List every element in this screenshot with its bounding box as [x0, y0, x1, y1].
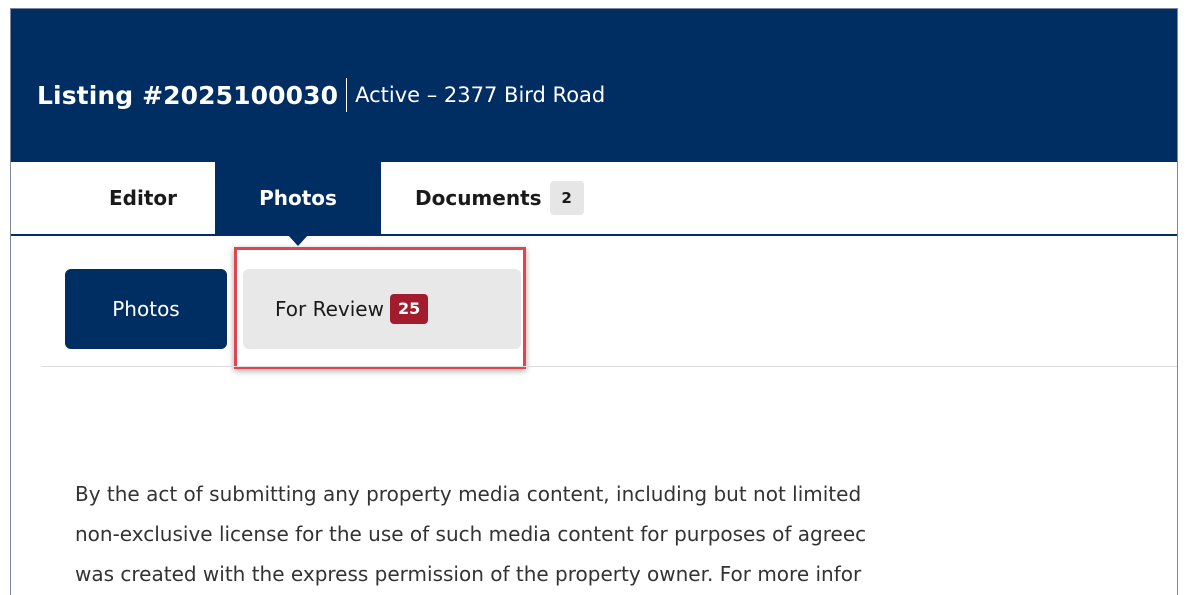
subtab-for-review-label: For Review	[275, 297, 384, 321]
listing-id: Listing #2025100030	[37, 80, 339, 110]
app-frame: Listing #2025100030 Active – 2377 Bird R…	[10, 8, 1178, 595]
subtab-photos-label: Photos	[112, 297, 180, 321]
main-tabbar: Editor Photos Documents 2	[11, 162, 1177, 236]
notice-line: By the act of submitting any property me…	[75, 482, 862, 506]
tab-documents[interactable]: Documents 2	[381, 162, 651, 234]
tab-photos-label: Photos	[259, 186, 337, 210]
subtab-for-review[interactable]: For Review 25	[243, 269, 521, 349]
content-divider	[41, 366, 1177, 367]
listing-title: Listing #2025100030 Active – 2377 Bird R…	[37, 75, 605, 115]
review-count-badge: 25	[389, 294, 429, 324]
subtab-photos[interactable]: Photos	[65, 269, 227, 349]
listing-status: Active – 2377 Bird Road	[355, 83, 606, 107]
active-tab-pointer-icon	[287, 234, 309, 246]
tab-editor-label: Editor	[109, 186, 177, 210]
tab-photos[interactable]: Photos	[215, 162, 381, 234]
tab-documents-label: Documents	[415, 186, 542, 210]
notice-line: non-exclusive license for the use of suc…	[75, 522, 867, 546]
tab-editor[interactable]: Editor	[71, 162, 215, 234]
notice-line: was created with the express permission …	[75, 562, 862, 586]
title-divider	[346, 78, 348, 112]
listing-header: Listing #2025100030 Active – 2377 Bird R…	[11, 9, 1177, 162]
media-license-notice: By the act of submitting any property me…	[75, 474, 1177, 594]
documents-count-badge: 2	[549, 181, 584, 215]
